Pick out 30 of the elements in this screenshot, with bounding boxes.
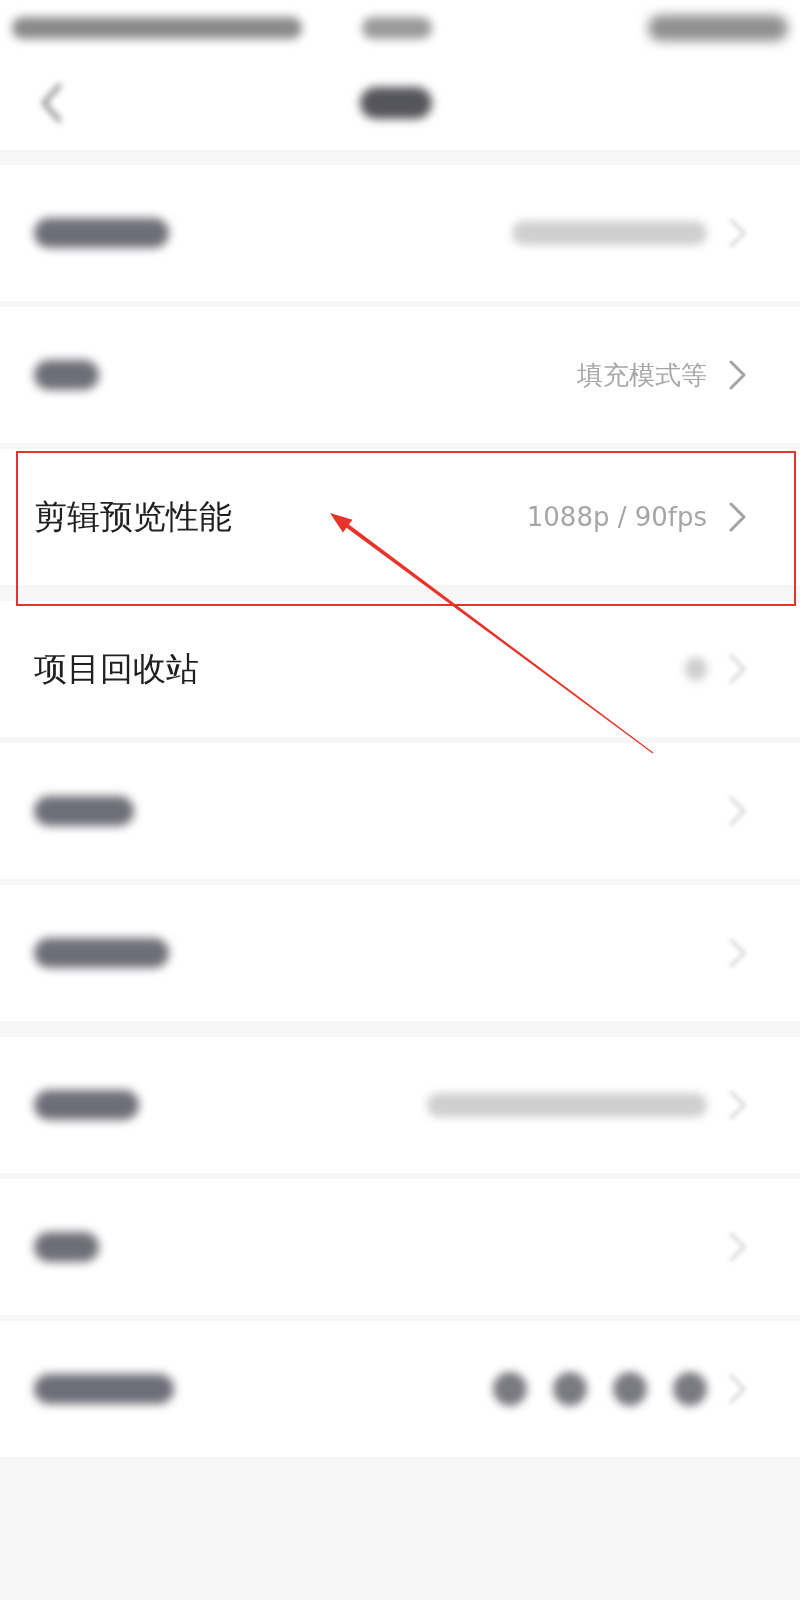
settings-row[interactable] (0, 165, 800, 301)
back-icon[interactable] (40, 82, 62, 123)
blurred-icon (493, 1372, 527, 1406)
setting-label: 剪辑预览性能 (34, 496, 232, 539)
chevron-icon (729, 502, 746, 532)
blurred-time (362, 16, 432, 39)
blurred-label (34, 360, 99, 390)
chevron-icon (729, 938, 746, 968)
settings-row[interactable] (0, 885, 800, 1021)
setting-label: 项目回收站 (34, 648, 199, 691)
settings-row[interactable] (0, 1037, 800, 1173)
blurred-label (34, 1232, 99, 1262)
blurred-icon (613, 1372, 647, 1406)
blurred-icon (673, 1372, 707, 1406)
blurred-icon (553, 1372, 587, 1406)
chevron-icon (729, 360, 746, 390)
chevron-icon (729, 1090, 746, 1120)
setting-value: 1088p / 90fps (526, 500, 707, 534)
chevron-icon (729, 1232, 746, 1262)
settings-row[interactable] (0, 743, 800, 879)
chevron-icon (729, 796, 746, 826)
settings-row[interactable]: 项目回收站 (0, 601, 800, 737)
settings-row[interactable]: 剪辑预览性能 1088p / 90fps (0, 449, 800, 585)
settings-row[interactable] (0, 1321, 800, 1457)
chevron-icon (729, 218, 746, 248)
chevron-icon (729, 654, 746, 684)
blurred-title (360, 86, 432, 119)
chevron-icon (729, 1374, 746, 1404)
setting-value: 填充模式等 (577, 358, 707, 392)
blurred-value (685, 657, 707, 681)
